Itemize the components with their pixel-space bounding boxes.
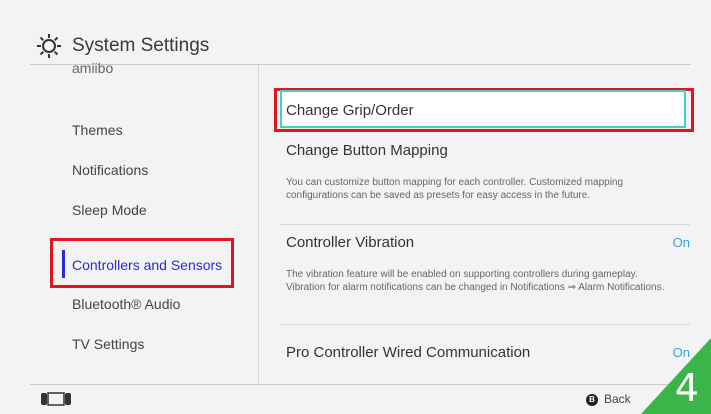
sidebar-item-sleep-mode[interactable]: Sleep Mode: [72, 202, 147, 218]
sidebar-item-bluetooth-audio[interactable]: Bluetooth® Audio: [72, 296, 180, 312]
b-button-icon: B: [586, 394, 598, 406]
row-divider: [280, 224, 690, 225]
controller-icon: [41, 392, 71, 406]
change-button-mapping-label: Change Button Mapping: [286, 142, 448, 159]
controller-vibration-value: On: [672, 235, 690, 250]
sidebar-item-tv-settings[interactable]: TV Settings: [72, 336, 144, 352]
gear-icon: [37, 34, 61, 58]
sidebar-item-notifications[interactable]: Notifications: [72, 162, 148, 178]
pro-controller-wired-item[interactable]: Pro Controller Wired Communication On: [286, 344, 690, 361]
sidebar-divider: [258, 64, 259, 384]
row-divider: [280, 324, 690, 325]
settings-content: Change Grip/Order Change Button Mapping …: [268, 64, 708, 384]
controller-vibration-label: Controller Vibration: [286, 234, 415, 251]
sidebar-item-themes[interactable]: Themes: [72, 122, 123, 138]
corner-badge-number: 4: [674, 366, 699, 410]
sidebar-item-amiibo[interactable]: amiibo: [72, 60, 113, 76]
controller-vibration-item[interactable]: Controller Vibration On: [286, 234, 690, 251]
pro-controller-wired-label: Pro Controller Wired Communication: [286, 344, 531, 361]
change-grip-order-item[interactable]: Change Grip/Order: [286, 102, 690, 119]
system-settings-screen: System Settings amiibo Themes Notificati…: [0, 0, 711, 414]
back-button[interactable]: Back: [604, 392, 631, 406]
change-button-mapping-item[interactable]: Change Button Mapping: [286, 142, 690, 159]
header: System Settings: [36, 30, 209, 62]
sidebar: amiibo Themes Notifications Sleep Mode C…: [0, 60, 258, 384]
change-grip-order-label: Change Grip/Order: [286, 102, 414, 119]
sidebar-active-indicator: [62, 250, 65, 278]
page-title: System Settings: [72, 35, 210, 56]
vibration-description: The vibration feature will be enabled on…: [286, 269, 665, 293]
button-mapping-description: You can customize button mapping for eac…: [286, 177, 624, 201]
footer-divider: [30, 384, 691, 385]
sidebar-item-controllers-and-sensors[interactable]: Controllers and Sensors: [72, 257, 222, 273]
